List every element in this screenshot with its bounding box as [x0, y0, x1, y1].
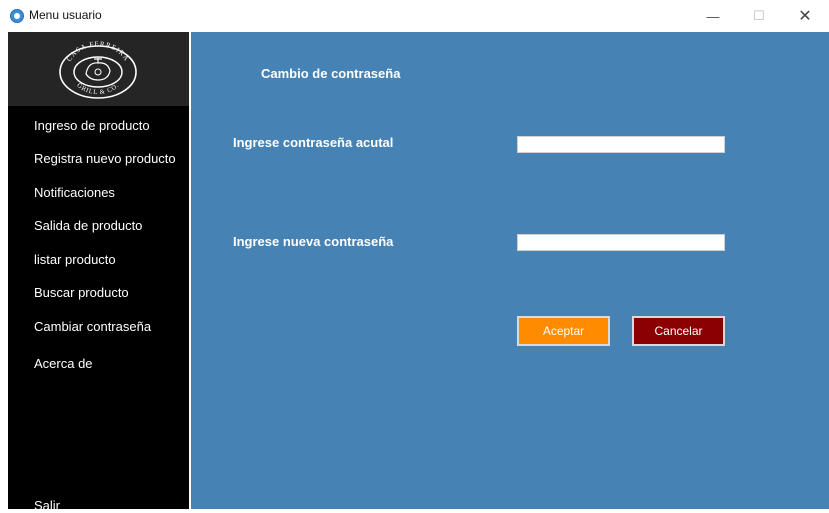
logo-area: CASA FERREIRA GRILL & CO. — [8, 32, 189, 106]
new-password-label: Ingrese nueva contraseña — [233, 234, 394, 249]
sidebar-item-salida-producto[interactable]: Salida de producto — [34, 218, 142, 233]
close-icon[interactable]: ✕ — [782, 0, 828, 32]
current-password-input[interactable] — [517, 136, 725, 153]
sidebar-item-acerca-de[interactable]: Acerca de — [34, 356, 93, 371]
minimize-icon[interactable]: — — [690, 0, 736, 32]
app-icon — [10, 9, 24, 23]
sidebar-item-salir[interactable]: Salir — [34, 498, 60, 513]
current-password-label: Ingrese contraseña acutal — [233, 135, 394, 150]
new-password-input[interactable] — [517, 234, 725, 251]
sidebar-item-listar-producto[interactable]: listar producto — [34, 252, 116, 267]
sidebar: CASA FERREIRA GRILL & CO. Ingreso de pro… — [8, 32, 189, 513]
sidebar-item-registra-producto[interactable]: Registra nuevo producto — [34, 151, 176, 166]
accept-button[interactable]: Aceptar — [517, 316, 610, 346]
logo-bottom-text: GRILL & CO. — [75, 82, 120, 96]
window-title: Menu usuario — [29, 8, 102, 22]
title-bar: Menu usuario — ☐ ✕ — [0, 0, 829, 32]
cancel-button[interactable]: Cancelar — [632, 316, 725, 346]
sidebar-item-cambiar-contrasena[interactable]: Cambiar contraseña — [34, 319, 151, 334]
sidebar-item-notificaciones[interactable]: Notificaciones — [34, 185, 115, 200]
page-title: Cambio de contraseña — [261, 66, 401, 81]
logo: CASA FERREIRA GRILL & CO. — [59, 40, 137, 99]
maximize-icon[interactable]: ☐ — [736, 0, 782, 32]
sidebar-item-buscar-producto[interactable]: Buscar producto — [34, 285, 129, 300]
svg-text:GRILL & CO.: GRILL & CO. — [75, 82, 120, 96]
main-panel: Cambio de contraseña Ingrese contraseña … — [191, 32, 829, 509]
sidebar-item-ingreso-producto[interactable]: Ingreso de producto — [34, 118, 150, 133]
